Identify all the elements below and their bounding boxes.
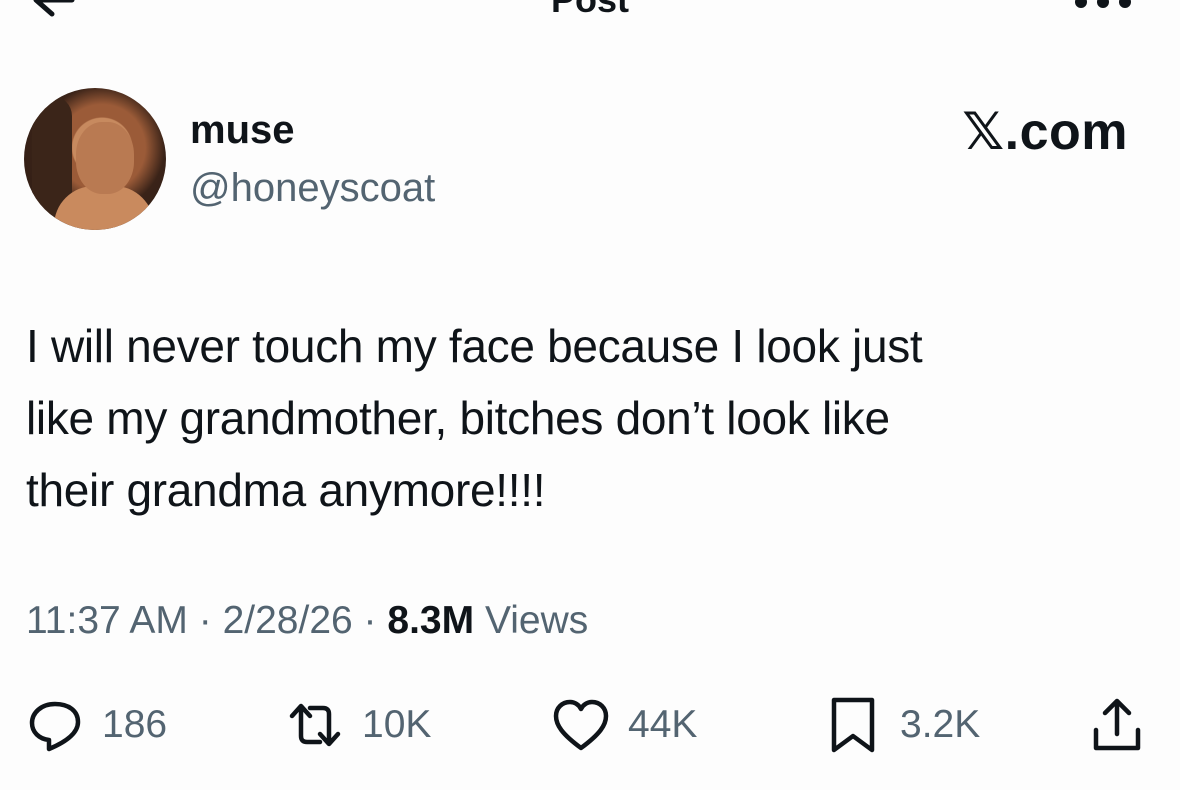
like-button[interactable]: 44K [550, 690, 697, 760]
tweet-text: I will never touch my face because I loo… [26, 310, 1136, 526]
top-bar: Post [0, 0, 1180, 40]
bookmark-icon [831, 697, 875, 753]
tweet-meta: 11:37 AM · 2/28/26 · 8.3M Views [26, 596, 588, 646]
repost-icon [289, 703, 341, 747]
reply-count: 186 [102, 703, 168, 746]
reply-bubble-icon [29, 701, 81, 752]
share-button[interactable] [1086, 690, 1148, 760]
meta-separator: · [198, 599, 212, 642]
tweet-line: like my grandmother, bitches don’t look … [26, 392, 890, 444]
views-count[interactable]: 8.3M [387, 599, 474, 642]
bookmark-count: 3.2K [900, 703, 981, 746]
x-com-watermark: 𝕏.com [962, 103, 1128, 161]
page-title: Post [0, 0, 1180, 22]
like-count: 44K [628, 703, 698, 746]
post-time: 11:37 AM [26, 599, 188, 642]
more-dots-icon[interactable] [1072, 0, 1134, 14]
avatar[interactable] [24, 88, 166, 230]
bookmark-button[interactable]: 3.2K [822, 690, 980, 760]
meta-separator: · [363, 599, 377, 642]
post-date: 2/28/26 [222, 599, 353, 642]
display-name[interactable]: muse [190, 106, 295, 154]
tweet-line: I will never touch my face because I loo… [26, 320, 923, 372]
tweet-line: their grandma anymore!!!! [26, 464, 546, 516]
heart-icon [553, 699, 609, 751]
repost-count: 10K [362, 703, 432, 746]
share-icon [1093, 698, 1141, 751]
repost-button[interactable]: 10K [284, 690, 431, 760]
action-bar: 186 10K 44K 3.2K [0, 690, 1180, 760]
reply-button[interactable]: 186 [24, 690, 167, 760]
user-handle[interactable]: @honeyscoat [190, 164, 435, 212]
views-label: Views [484, 599, 589, 642]
